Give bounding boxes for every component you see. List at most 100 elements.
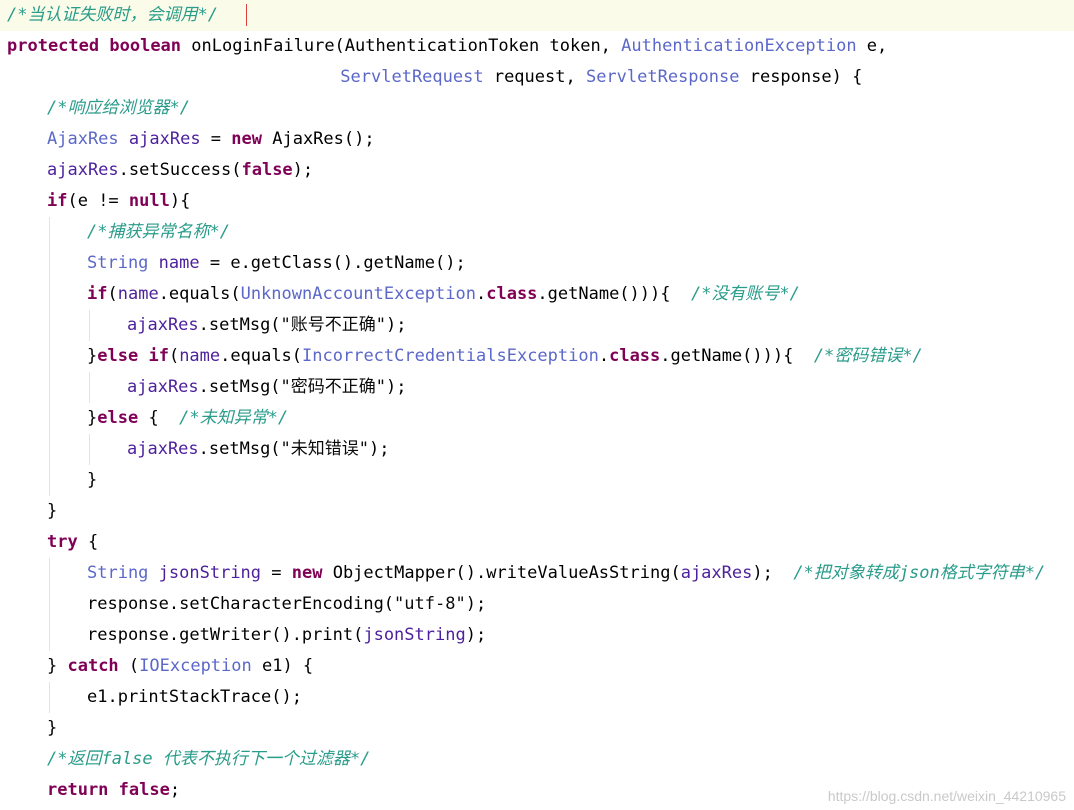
code-line[interactable]: }else { /*未知异常*/ <box>0 403 1074 434</box>
code-token-plain: ); <box>292 160 314 180</box>
code-token-plain: ); <box>369 439 390 459</box>
code-token-var: ajaxRes <box>127 439 199 459</box>
code-text: e1.printStackTrace(); <box>87 682 302 713</box>
indent-guide <box>49 434 50 465</box>
code-text: ServletRequest request, ServletResponse … <box>340 62 862 93</box>
code-line[interactable]: String jsonString = new ObjectMapper().w… <box>0 558 1074 589</box>
code-line[interactable]: } <box>0 496 1074 527</box>
code-text: ajaxRes.setMsg("未知错误"); <box>127 434 390 465</box>
code-token-type: IOException <box>139 656 252 676</box>
indent-guide <box>49 248 50 279</box>
code-token-str: "密码不正确" <box>280 377 387 397</box>
code-line[interactable]: /*捕获异常名称*/ <box>0 217 1074 248</box>
code-token-var: ajaxRes <box>127 377 199 397</box>
code-line[interactable]: AjaxRes ajaxRes = new AjaxRes(); <box>0 124 1074 155</box>
code-token-kw: try <box>47 532 78 552</box>
code-token-plain: ){ <box>169 191 191 211</box>
watermark: https://blog.csdn.net/weixin_44210965 <box>827 788 1066 804</box>
code-token-plain: AjaxRes(); <box>262 129 375 149</box>
code-line[interactable]: } catch (IOException e1) { <box>0 651 1074 682</box>
code-token-var: jsonString <box>363 625 466 645</box>
code-token-plain: .setSuccess( <box>118 160 242 180</box>
code-token-plain: } <box>47 501 58 521</box>
code-text: }else if(name.equals(IncorrectCredential… <box>87 341 923 372</box>
code-token-plain: ( <box>118 656 140 676</box>
code-token-plain: ); <box>386 377 407 397</box>
code-token-str: "utf-8" <box>394 594 466 614</box>
code-token-plain: .setMsg( <box>198 377 281 397</box>
code-token-cmt: /*没有账号*/ <box>690 284 800 304</box>
code-token-plain: .equals( <box>158 284 241 304</box>
code-token-plain: .getName())){ <box>537 284 691 304</box>
code-token-plain: { <box>138 408 180 428</box>
code-token-cmt: /*密码错误*/ <box>813 346 923 366</box>
code-line[interactable]: ServletRequest request, ServletResponse … <box>0 62 1074 93</box>
code-line[interactable]: }else if(name.equals(IncorrectCredential… <box>0 341 1074 372</box>
code-token-type: AuthenticationException <box>621 36 857 56</box>
code-token-cmt: /*把对象转成json格式字符串*/ <box>793 563 1046 583</box>
code-token-plain: ; <box>169 780 181 800</box>
code-token-plain: . <box>598 346 610 366</box>
code-token-plain: ObjectMapper().writeValueAsString( <box>322 563 681 583</box>
code-line[interactable]: } <box>0 465 1074 496</box>
code-text: /*返回false 代表不执行下一个过滤器*/ <box>47 744 370 775</box>
code-line[interactable]: /*返回false 代表不执行下一个过滤器*/ <box>0 744 1074 775</box>
code-line[interactable]: String name = e.getClass().getName(); <box>0 248 1074 279</box>
code-token-var: ajaxRes <box>680 563 753 583</box>
code-token-str: "未知错误" <box>280 439 370 459</box>
code-token-plain: ); <box>465 625 487 645</box>
code-editor[interactable]: /*当认证失败时，会调用*/ protected boolean onLoginF… <box>0 0 1074 810</box>
code-token-var: name <box>179 346 221 366</box>
code-token-str: "账号不正确" <box>280 315 387 335</box>
code-token-plain: response) { <box>739 67 863 87</box>
code-token-kw: protected <box>7 36 100 56</box>
code-token-type: IncorrectCredentialsException <box>302 346 599 366</box>
indent-guide <box>49 279 50 310</box>
code-line[interactable]: e1.printStackTrace(); <box>0 682 1074 713</box>
code-token-plain: } <box>87 408 98 428</box>
code-text: response.getWriter().print(jsonString); <box>87 620 486 651</box>
code-text: return false; <box>47 775 180 806</box>
indent-guide <box>49 217 50 248</box>
code-line[interactable]: if(name.equals(UnknownAccountException.c… <box>0 279 1074 310</box>
code-token-plain: ); <box>752 563 794 583</box>
code-line[interactable]: try { <box>0 527 1074 558</box>
code-text: /*捕获异常名称*/ <box>87 217 230 248</box>
code-token-kw: class <box>486 284 538 304</box>
code-line[interactable]: ajaxRes.setMsg("密码不正确"); <box>0 372 1074 403</box>
code-text: ajaxRes.setMsg("密码不正确"); <box>127 372 407 403</box>
code-line[interactable]: } <box>0 713 1074 744</box>
code-text: }else { /*未知异常*/ <box>87 403 288 434</box>
code-token-plain: . <box>475 284 487 304</box>
code-line[interactable]: response.setCharacterEncoding("utf-8"); <box>0 589 1074 620</box>
code-token-cmt: /*响应给浏览器*/ <box>47 98 190 118</box>
code-token-var: jsonString <box>158 563 262 583</box>
code-token-kw: null <box>128 191 170 211</box>
code-line[interactable]: protected boolean onLoginFailure(Authent… <box>0 31 1074 62</box>
code-token-kw: if <box>87 284 108 304</box>
code-line[interactable]: ajaxRes.setMsg("账号不正确"); <box>0 310 1074 341</box>
code-line[interactable]: /*当认证失败时，会调用*/ <box>0 0 1074 31</box>
indent-guide <box>49 403 50 434</box>
code-token-cmt: /*当认证失败时，会调用*/ <box>7 5 218 25</box>
indent-guide <box>49 341 50 372</box>
code-text: if(name.equals(UnknownAccountException.c… <box>87 279 800 310</box>
code-text: String name = e.getClass().getName(); <box>87 248 466 279</box>
code-line[interactable]: if(e != null){ <box>0 186 1074 217</box>
indent-guide <box>49 465 50 496</box>
code-token-var: name <box>158 253 200 273</box>
code-token-type: String <box>87 563 149 583</box>
code-token-plain: ( <box>168 346 180 366</box>
code-line[interactable]: ajaxRes.setMsg("未知错误"); <box>0 434 1074 465</box>
code-token-plain: (e != <box>67 191 129 211</box>
code-line[interactable]: response.getWriter().print(jsonString); <box>0 620 1074 651</box>
code-line[interactable]: /*响应给浏览器*/ <box>0 93 1074 124</box>
code-token-plain: } <box>47 718 58 738</box>
code-token-plain: ); <box>465 594 487 614</box>
code-token-kw: new <box>291 563 323 583</box>
code-line[interactable]: ajaxRes.setSuccess(false); <box>0 155 1074 186</box>
text-cursor <box>246 4 247 26</box>
